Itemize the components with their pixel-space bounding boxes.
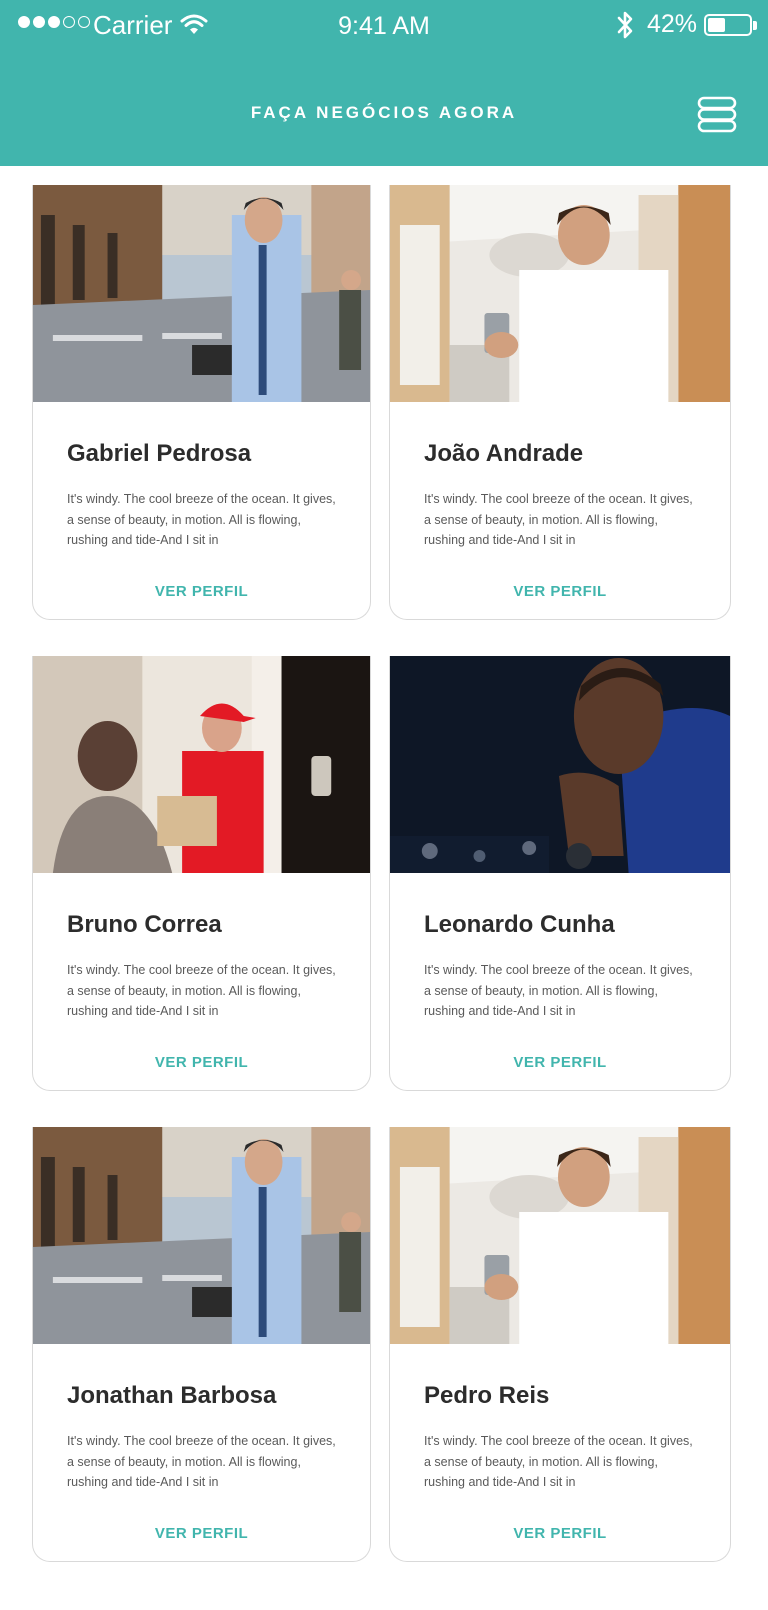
profile-photo bbox=[390, 185, 730, 402]
profile-description: It's windy. The cool breeze of the ocean… bbox=[67, 963, 336, 1018]
stack-menu-icon[interactable] bbox=[697, 96, 737, 133]
profile-card: Leonardo Cunha It's windy. The cool bree… bbox=[389, 656, 731, 1091]
profile-description: It's windy. The cool breeze of the ocean… bbox=[424, 492, 693, 547]
profile-card: Bruno Correa It's windy. The cool breeze… bbox=[32, 656, 371, 1091]
profile-photo bbox=[390, 656, 730, 873]
profile-description: It's windy. The cool breeze of the ocean… bbox=[67, 1434, 336, 1489]
profile-description: It's windy. The cool breeze of the ocean… bbox=[424, 963, 693, 1018]
battery-level bbox=[708, 18, 725, 32]
profile-name: Jonathan Barbosa bbox=[67, 1382, 277, 1409]
profile-card: Pedro Reis It's windy. The cool breeze o… bbox=[389, 1127, 731, 1562]
view-profile-link[interactable]: VER PERFIL bbox=[33, 1054, 370, 1071]
profile-card: João Andrade It's windy. The cool breeze… bbox=[389, 185, 731, 620]
profile-description: It's windy. The cool breeze of the ocean… bbox=[424, 1434, 693, 1489]
profile-card: Jonathan Barbosa It's windy. The cool br… bbox=[32, 1127, 371, 1562]
profile-photo bbox=[33, 656, 370, 873]
app-header: Carrier 9:41 AM 42% FAÇA NEGÓCIOS AGORA bbox=[0, 0, 768, 166]
page-title: FAÇA NEGÓCIOS AGORA bbox=[250, 103, 518, 122]
view-profile-link[interactable]: VER PERFIL bbox=[390, 1054, 730, 1071]
profile-photo bbox=[33, 185, 370, 402]
view-profile-link[interactable]: VER PERFIL bbox=[33, 1525, 370, 1542]
profile-photo bbox=[390, 1127, 730, 1344]
view-profile-link[interactable]: VER PERFIL bbox=[33, 583, 370, 600]
battery-tip bbox=[753, 21, 757, 30]
profile-name: João Andrade bbox=[424, 440, 584, 467]
profile-description: It's windy. The cool breeze of the ocean… bbox=[67, 492, 336, 547]
profile-name: Leonardo Cunha bbox=[424, 911, 615, 938]
profile-name: Bruno Correa bbox=[67, 911, 222, 938]
status-bar: Carrier 9:41 AM 42% bbox=[0, 0, 768, 50]
profile-card: Gabriel Pedrosa It's windy. The cool bre… bbox=[32, 185, 371, 620]
profile-name: Pedro Reis bbox=[424, 1382, 550, 1409]
profile-name: Gabriel Pedrosa bbox=[67, 440, 252, 467]
view-profile-link[interactable]: VER PERFIL bbox=[390, 1525, 730, 1542]
battery-icon bbox=[704, 14, 752, 36]
battery-percentage: 42% bbox=[647, 10, 698, 38]
profile-photo bbox=[33, 1127, 370, 1344]
bluetooth-icon bbox=[617, 11, 633, 39]
view-profile-link[interactable]: VER PERFIL bbox=[390, 583, 730, 600]
